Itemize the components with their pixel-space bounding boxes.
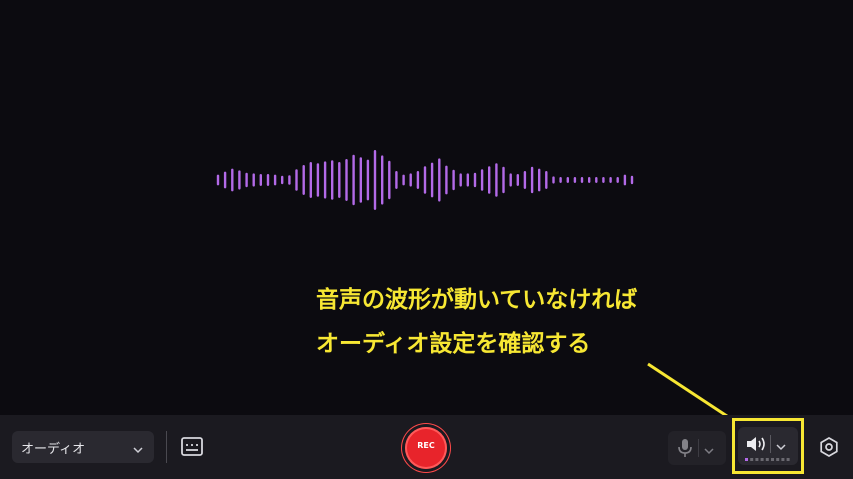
- waveform-bar: [452, 169, 455, 191]
- waveform-bar: [616, 177, 619, 183]
- caption-button[interactable]: [179, 435, 205, 459]
- waveform-bar: [316, 163, 320, 197]
- settings-button[interactable]: [818, 436, 840, 458]
- waveform-bar: [466, 173, 469, 187]
- waveform-bar: [566, 177, 569, 183]
- meter-segment: [771, 458, 774, 461]
- waveform-bar: [409, 173, 412, 187]
- waveform-bar: [338, 162, 341, 198]
- meter-segment: [745, 458, 748, 461]
- speaker-level-meter: [745, 458, 790, 461]
- waveform-bar: [495, 163, 498, 197]
- waveform-bar: [345, 159, 348, 201]
- waveform-bar: [273, 174, 277, 186]
- waveform-bar: [402, 174, 405, 186]
- waveform-bar: [216, 174, 220, 186]
- waveform-bar: [388, 160, 391, 200]
- meter-segment: [750, 458, 754, 461]
- waveform-bar: [430, 162, 434, 198]
- annotation-line-2: オーディオ設定を確認する: [316, 331, 591, 357]
- waveform-bar: [502, 166, 505, 194]
- waveform-bar: [238, 170, 241, 190]
- waveform-bar: [445, 165, 448, 195]
- waveform-bar: [545, 171, 548, 189]
- waveform-bar: [352, 154, 355, 206]
- waveform-bar: [281, 175, 284, 185]
- waveform-bar: [530, 166, 534, 194]
- waveform-bar: [438, 158, 441, 202]
- waveform-bar: [509, 173, 512, 187]
- waveform-bar: [623, 174, 627, 186]
- waveform-bar: [609, 177, 612, 183]
- waveform-bar: [245, 172, 248, 188]
- recorder-stage: 音声の波形が動いていなければ オーディオ設定を確認する オーディオ REC: [0, 0, 853, 479]
- waveform-bar: [259, 174, 262, 186]
- instruction-annotation: 音声の波形が動いていなければ オーディオ設定を確認する: [316, 278, 637, 366]
- microphone-icon: [676, 438, 694, 462]
- bottom-toolbar: オーディオ REC: [0, 415, 853, 479]
- waveform-bar: [595, 177, 598, 183]
- toolbar-divider: [166, 431, 167, 463]
- chevron-down-icon: [132, 441, 144, 460]
- waveform-bar: [588, 177, 591, 183]
- waveform-bar: [630, 175, 634, 185]
- waveform-bar: [580, 177, 584, 183]
- waveform-bar: [552, 176, 555, 184]
- waveform-bar: [295, 169, 298, 191]
- waveform-bar: [538, 168, 541, 192]
- waveform-bar: [288, 175, 291, 185]
- waveform-bar: [480, 169, 484, 191]
- speaker-button[interactable]: [738, 427, 798, 465]
- meter-segment: [765, 458, 769, 461]
- waveform-bar: [523, 171, 527, 189]
- waveform-bar: [231, 168, 234, 192]
- meter-segment: [760, 458, 764, 461]
- meter-segment: [776, 458, 780, 461]
- waveform-bar: [395, 171, 398, 189]
- waveform-bar: [559, 177, 562, 183]
- mic-divider: [698, 439, 699, 457]
- speaker-chevron-down-icon[interactable]: [775, 438, 787, 457]
- speaker-divider: [770, 435, 771, 453]
- meter-segment: [755, 458, 759, 461]
- annotation-line-1: 音声の波形が動いていなければ: [316, 287, 638, 313]
- waveform-bar: [302, 165, 305, 195]
- caption-icon: [179, 437, 205, 463]
- waveform-bar: [366, 159, 370, 201]
- waveform-bar: [423, 166, 427, 194]
- waveform-bar: [359, 157, 362, 203]
- meter-segment: [786, 458, 790, 461]
- waveform-bar: [602, 177, 605, 183]
- record-button[interactable]: REC: [405, 427, 447, 469]
- waveform-bar: [473, 172, 477, 188]
- waveform-bar: [516, 174, 519, 186]
- waveform-bar: [416, 171, 420, 189]
- waveform-bar: [459, 173, 462, 187]
- audio-source-label: オーディオ: [21, 442, 86, 457]
- waveform-bar: [488, 166, 491, 194]
- waveform-bar: [266, 174, 270, 186]
- waveform-bar: [309, 162, 312, 198]
- settings-icon: [818, 437, 840, 462]
- waveform-bar: [252, 173, 255, 187]
- waveform-bar: [331, 160, 334, 200]
- record-label: REC: [417, 441, 435, 450]
- waveform-bar: [373, 150, 377, 210]
- waveform-bar: [381, 155, 384, 205]
- meter-segment: [781, 458, 785, 461]
- mic-chevron-down-icon[interactable]: [703, 442, 715, 461]
- waveform-bar: [323, 161, 327, 199]
- microphone-button[interactable]: [668, 431, 726, 465]
- speaker-icon: [745, 434, 767, 458]
- audio-source-select[interactable]: オーディオ: [12, 431, 154, 463]
- waveform-bar: [573, 177, 577, 183]
- waveform-bar: [223, 171, 227, 189]
